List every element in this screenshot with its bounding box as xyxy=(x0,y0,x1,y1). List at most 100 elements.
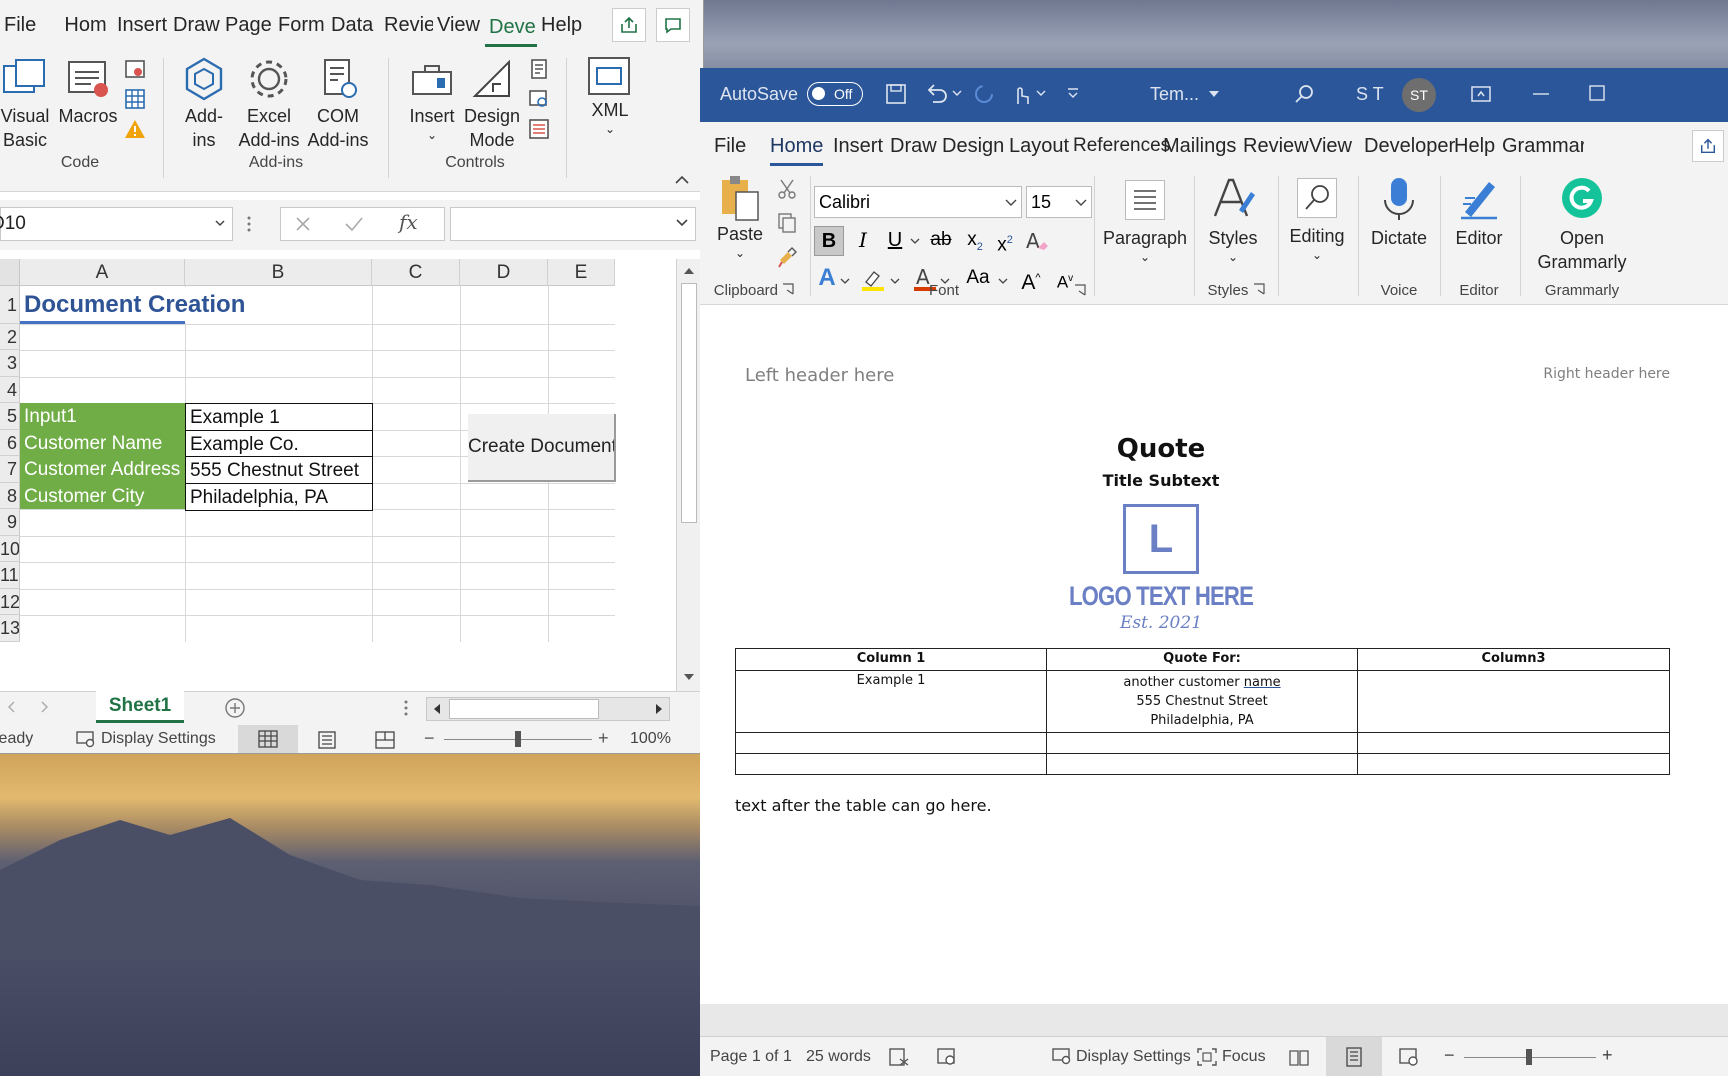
table-cell[interactable] xyxy=(734,753,1048,775)
xml-button[interactable]: XML ⌄ xyxy=(582,54,638,136)
excel-tab-help[interactable]: Help xyxy=(537,0,587,50)
display-settings-label[interactable]: Display Settings xyxy=(1076,1048,1191,1066)
row-header[interactable]: 8 xyxy=(0,483,20,509)
comments-icon[interactable] xyxy=(656,8,690,42)
horizontal-scroll-thumb[interactable] xyxy=(449,699,599,719)
zoom-in-button[interactable]: + xyxy=(598,728,609,749)
row-header[interactable]: 6 xyxy=(0,430,20,456)
scroll-right-icon[interactable] xyxy=(649,698,669,720)
row-header[interactable]: 10 xyxy=(0,536,20,562)
focus-label[interactable]: Focus xyxy=(1222,1048,1266,1066)
collapse-ribbon-icon[interactable] xyxy=(672,170,692,188)
chevron-down-icon[interactable] xyxy=(214,216,226,228)
minimize-icon[interactable] xyxy=(1532,92,1550,96)
more-options-icon[interactable] xyxy=(242,210,256,238)
word-tab-mailings[interactable]: Mailings xyxy=(1157,122,1237,170)
zoom-slider-thumb[interactable] xyxy=(515,731,521,747)
document-subtitle[interactable]: Title Subtext xyxy=(700,471,1622,490)
row-header[interactable]: 4 xyxy=(0,377,20,403)
field-value-customer-address[interactable]: 555 Chestnut Street xyxy=(185,456,373,484)
scroll-thumb[interactable] xyxy=(681,283,697,523)
superscript-button[interactable]: x2 xyxy=(992,226,1018,256)
font-name-select[interactable]: Calibri xyxy=(814,186,1022,218)
chevron-down-icon[interactable] xyxy=(910,238,920,246)
column-header-b[interactable]: B xyxy=(185,259,372,286)
more-options-icon[interactable] xyxy=(404,700,408,716)
table-cell[interactable]: Example 1 xyxy=(734,670,1048,733)
touch-mode-icon[interactable] xyxy=(1010,82,1032,106)
scroll-left-icon[interactable] xyxy=(427,698,447,720)
document-name[interactable]: Tem... xyxy=(1150,84,1199,105)
accessibility-icon[interactable] xyxy=(936,1047,958,1067)
display-settings-icon[interactable] xyxy=(76,730,96,748)
open-grammarly-button[interactable]: Open Grammarly xyxy=(1524,174,1640,274)
scroll-up-icon[interactable] xyxy=(677,259,701,283)
addins-button[interactable]: Add- ins xyxy=(176,54,232,152)
table-header-cell[interactable]: Quote For: xyxy=(1046,648,1359,671)
clear-formatting-icon[interactable]: A xyxy=(1024,228,1050,254)
column-header-a[interactable]: A xyxy=(20,259,185,286)
zoom-out-button[interactable]: − xyxy=(424,728,435,749)
page-break-view-icon[interactable] xyxy=(374,730,396,750)
word-tab-draw[interactable]: Draw xyxy=(884,122,937,170)
zoom-out-button[interactable]: − xyxy=(1444,1045,1455,1066)
field-value-customer-name[interactable]: Example Co. xyxy=(185,430,373,458)
record-macro-icon[interactable] xyxy=(122,56,148,82)
design-mode-button[interactable]: Design Mode xyxy=(462,54,522,152)
table-header-cell[interactable]: Column3 xyxy=(1357,648,1670,671)
table-cell[interactable] xyxy=(1046,753,1359,775)
excel-tab-insert[interactable]: Insert xyxy=(113,0,169,50)
excel-tab-review[interactable]: Revie xyxy=(380,0,433,50)
page-layout-view-icon[interactable] xyxy=(316,730,338,750)
bold-button[interactable]: B xyxy=(814,226,844,256)
word-tab-insert[interactable]: Insert xyxy=(827,122,884,170)
horizontal-scrollbar[interactable] xyxy=(426,697,670,721)
dialog-launcher-icon[interactable] xyxy=(1074,284,1086,296)
avatar[interactable]: ST xyxy=(1402,78,1436,112)
page-count[interactable]: Page 1 of 1 xyxy=(710,1048,792,1066)
chevron-down-icon[interactable] xyxy=(1208,89,1220,99)
macros-button[interactable]: Macros xyxy=(58,54,118,128)
table-header-cell[interactable]: Column 1 xyxy=(734,648,1048,671)
word-tab-references[interactable]: References xyxy=(1067,122,1170,170)
table-cell[interactable]: another customer name 555 Chestnut Stree… xyxy=(1046,670,1359,733)
styles-button[interactable]: Styles ⌄ xyxy=(1196,174,1270,264)
display-settings-icon[interactable] xyxy=(1052,1047,1074,1067)
dialog-launcher-icon[interactable] xyxy=(782,283,794,295)
share-icon[interactable] xyxy=(612,8,646,42)
field-label-customer-name[interactable]: Customer Name xyxy=(20,430,185,456)
relative-references-icon[interactable] xyxy=(122,86,148,112)
row-header[interactable]: 12 xyxy=(0,589,20,615)
properties-icon[interactable] xyxy=(526,56,552,82)
word-tab-review[interactable]: Review xyxy=(1237,122,1309,170)
document-title[interactable]: Quote xyxy=(700,434,1622,464)
editing-button[interactable]: Editing ⌄ xyxy=(1280,178,1354,262)
paragraph-button[interactable]: Paragraph ⌄ xyxy=(1100,180,1190,264)
word-tab-help[interactable]: Help xyxy=(1448,122,1496,170)
excel-tab-home[interactable]: Hom xyxy=(58,0,113,50)
chevron-down-icon[interactable] xyxy=(1005,198,1017,208)
row-header[interactable]: 1 xyxy=(0,286,20,324)
table-cell[interactable] xyxy=(1357,753,1670,775)
customize-toolbar-icon[interactable] xyxy=(1066,86,1080,100)
row-header[interactable]: 13 xyxy=(0,615,20,642)
field-value-input1[interactable]: Example 1 xyxy=(185,403,373,431)
print-layout-button[interactable] xyxy=(1326,1037,1382,1076)
ribbon-display-icon[interactable] xyxy=(1470,84,1492,104)
chevron-down-icon[interactable] xyxy=(1075,198,1087,208)
row-header[interactable]: 2 xyxy=(0,324,20,350)
right-header[interactable]: Right header here xyxy=(1543,366,1670,382)
enter-icon[interactable] xyxy=(343,214,365,234)
row-header[interactable]: 3 xyxy=(0,350,20,377)
expand-formula-icon[interactable] xyxy=(675,216,689,228)
cancel-icon[interactable] xyxy=(293,214,313,234)
row-header[interactable]: 9 xyxy=(0,509,20,536)
column-header-c[interactable]: C xyxy=(372,259,460,286)
excel-tab-file[interactable]: File xyxy=(0,0,58,50)
field-label-customer-address[interactable]: Customer Address xyxy=(20,456,185,483)
underline-button[interactable]: U xyxy=(882,226,908,256)
run-dialog-icon[interactable] xyxy=(526,116,552,142)
row-header[interactable]: 11 xyxy=(0,562,20,589)
dictate-button[interactable]: Dictate xyxy=(1362,174,1436,250)
word-tab-developer[interactable]: Developer xyxy=(1358,122,1455,170)
